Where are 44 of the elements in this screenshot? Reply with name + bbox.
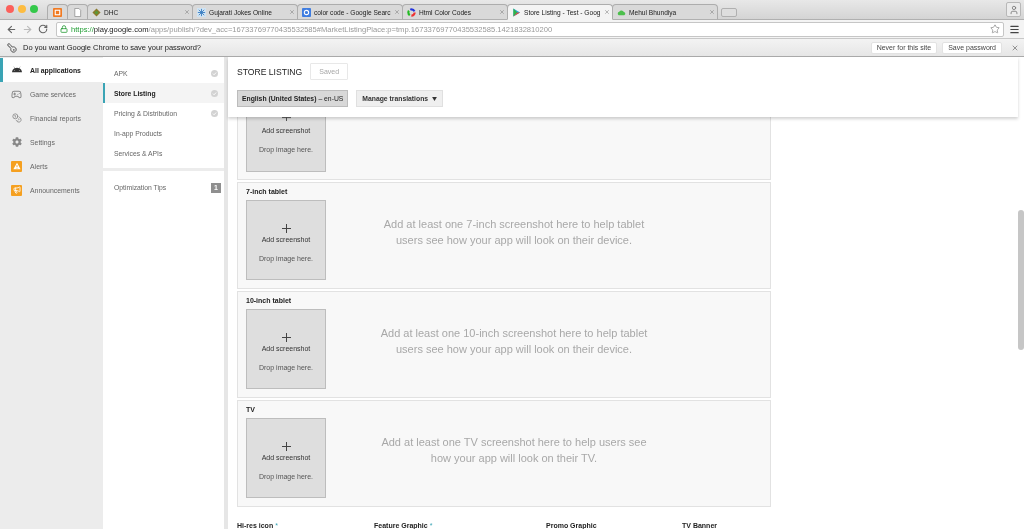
minimize-window-button[interactable] [18, 4, 26, 13]
warning-icon [11, 160, 22, 172]
browser-tab[interactable] [47, 4, 68, 20]
megaphone-icon [11, 184, 22, 196]
plus-icon [281, 117, 291, 121]
close-icon[interactable] [184, 9, 190, 15]
diamond-icon [92, 7, 101, 17]
bookmark-star-icon[interactable] [990, 24, 1000, 34]
browser-tab[interactable] [67, 4, 88, 20]
menu-icon[interactable] [1008, 23, 1020, 35]
settings-icon [11, 136, 22, 148]
new-tab-button[interactable] [721, 8, 737, 17]
profile-icon[interactable] [1006, 2, 1021, 17]
page-title: STORE LISTING [237, 66, 303, 77]
close-icon[interactable] [394, 9, 400, 15]
gamepad-icon [11, 88, 22, 100]
square-icon [302, 7, 311, 17]
zoom-window-button[interactable] [30, 4, 38, 13]
close-icon[interactable] [499, 9, 505, 15]
empty-state-message: Add at least one 10-inch screenshot here to help tablet users see how your app will look on their device. [379, 326, 649, 357]
coins-icon [11, 112, 22, 124]
close-window-button[interactable] [6, 4, 14, 13]
reload-icon[interactable] [37, 23, 49, 35]
plus-icon [281, 333, 291, 342]
back-icon[interactable] [5, 23, 17, 35]
forward-icon[interactable] [21, 23, 33, 35]
color-wheel-icon [407, 7, 416, 17]
plus-icon [281, 224, 291, 233]
empty-state-message: Add at least one 7-inch screenshot here to help tablet users see how your app will look on their device. [382, 217, 646, 248]
scrollbar-thumb[interactable] [1018, 210, 1024, 350]
close-icon[interactable] [604, 9, 610, 15]
caret-icon [432, 96, 438, 101]
box-icon [53, 7, 62, 17]
close-icon[interactable] [709, 9, 715, 15]
key-icon [7, 42, 17, 53]
snowflake-icon [197, 7, 206, 17]
empty-state-message: Add at least one TV screenshot here to help users see how your app will look on their TV. [380, 435, 648, 466]
play-triangle-icon [512, 7, 521, 17]
plus-icon [281, 442, 291, 451]
close-icon[interactable] [1011, 43, 1019, 52]
close-icon[interactable] [289, 9, 295, 15]
cloud-icon [617, 7, 626, 17]
lock-icon [60, 25, 68, 33]
document-icon [73, 7, 82, 17]
